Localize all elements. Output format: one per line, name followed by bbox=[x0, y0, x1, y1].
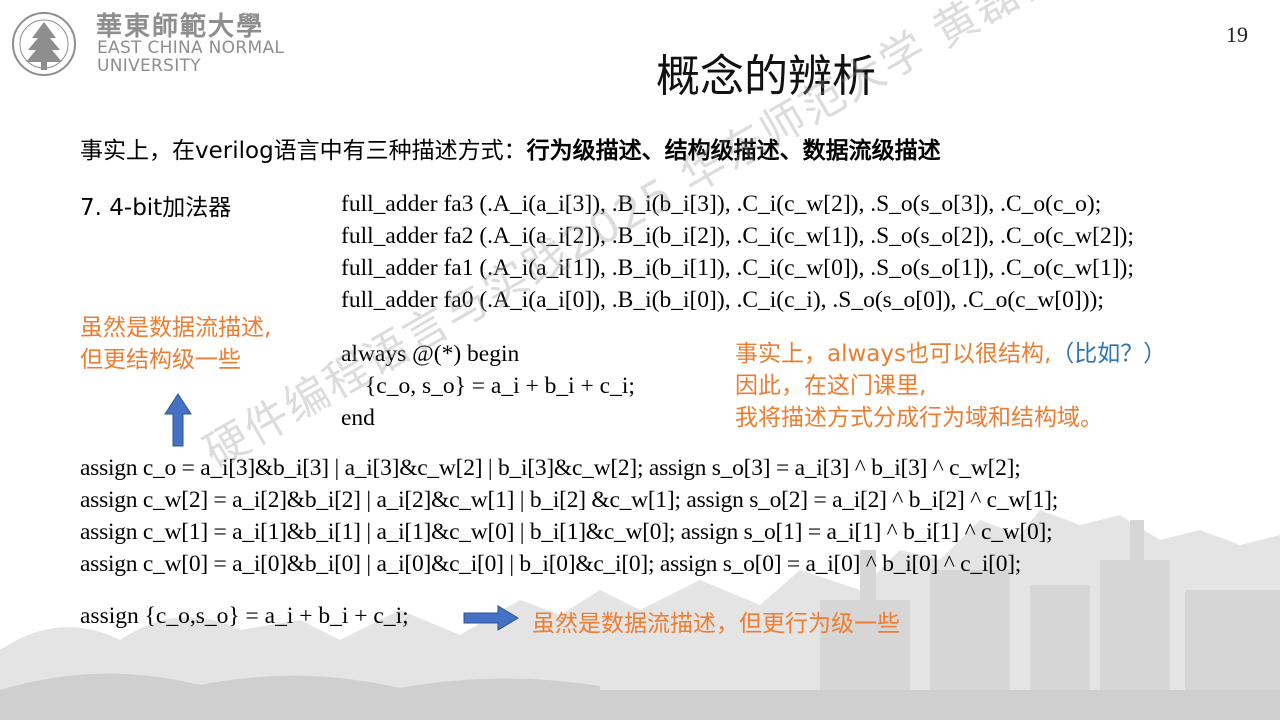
left-note-line: 但更结构级一些 bbox=[80, 347, 241, 373]
code-line: always @(*) begin bbox=[341, 341, 520, 367]
right-note-line2: 因此，在这门课里, bbox=[735, 373, 927, 399]
code-line: assign c_o = a_i[3]&b_i[3] | a_i[3]&c_w[… bbox=[80, 455, 1021, 481]
right-note-blue: （比如？） bbox=[1051, 341, 1167, 367]
section-label: 7. 4-bit加法器 bbox=[80, 195, 232, 221]
structural-code-block: full_adder fa3 (.A_i(a_i[3]), .B_i(b_i[3… bbox=[341, 188, 1134, 316]
bottom-note: 虽然是数据流描述，但更行为级一些 bbox=[532, 611, 900, 637]
assign-code-block: assign c_o = a_i[3]&b_i[3] | a_i[3]&c_w[… bbox=[80, 452, 1058, 580]
code-line: assign c_w[1] = a_i[1]&b_i[1] | a_i[1]&c… bbox=[80, 519, 1053, 545]
code-line: {c_o, s_o} = a_i + b_i + c_i; bbox=[365, 373, 635, 399]
bottom-code: assign {c_o,s_o} = a_i + b_i + c_i; bbox=[80, 603, 409, 629]
always-code-block: always @(*) begin {c_o, s_o} = a_i + b_i… bbox=[341, 338, 635, 434]
code-line: end bbox=[341, 405, 375, 431]
university-logo bbox=[12, 12, 76, 76]
tree-logo-icon bbox=[12, 12, 76, 76]
right-note-orange: 事实上，always也可以很结构, bbox=[735, 341, 1052, 367]
code-line: full_adder fa1 (.A_i(a_i[1]), .B_i(b_i[1… bbox=[341, 255, 1134, 281]
code-line: full_adder fa2 (.A_i(a_i[2]), .B_i(b_i[2… bbox=[341, 223, 1134, 249]
intro-bold: 行为级描述、结构级描述、数据流级描述 bbox=[526, 138, 941, 164]
left-note: 虽然是数据流描述, 但更结构级一些 bbox=[80, 312, 271, 376]
code-line: assign c_w[2] = a_i[2]&b_i[2] | a_i[2]&c… bbox=[80, 487, 1058, 513]
intro-text: 事实上，在verilog语言中有三种描述方式：行为级描述、结构级描述、数据流级描… bbox=[80, 131, 941, 165]
code-line: assign c_w[0] = a_i[0]&b_i[0] | a_i[0]&c… bbox=[80, 551, 1022, 577]
code-line: full_adder fa0 (.A_i(a_i[0]), .B_i(b_i[0… bbox=[341, 287, 1104, 313]
right-arrow-icon bbox=[463, 605, 519, 631]
left-note-line: 虽然是数据流描述, bbox=[80, 315, 272, 341]
right-note-line3: 我将描述方式分成行为域和结构域。 bbox=[735, 405, 1103, 431]
code-line: full_adder fa3 (.A_i(a_i[3]), .B_i(b_i[3… bbox=[341, 191, 1102, 217]
up-arrow-icon bbox=[164, 393, 192, 447]
right-note-line1: 事实上，always也可以很结构,（比如？） bbox=[735, 338, 1166, 370]
right-note: 事实上，always也可以很结构,（比如？） 因此，在这门课里, 我将描述方式分… bbox=[735, 338, 1166, 434]
page-number: 19 bbox=[1226, 22, 1248, 47]
intro-prefix: 事实上，在verilog语言中有三种描述方式： bbox=[80, 138, 527, 164]
slide-title: 概念的辨析 bbox=[656, 51, 876, 102]
